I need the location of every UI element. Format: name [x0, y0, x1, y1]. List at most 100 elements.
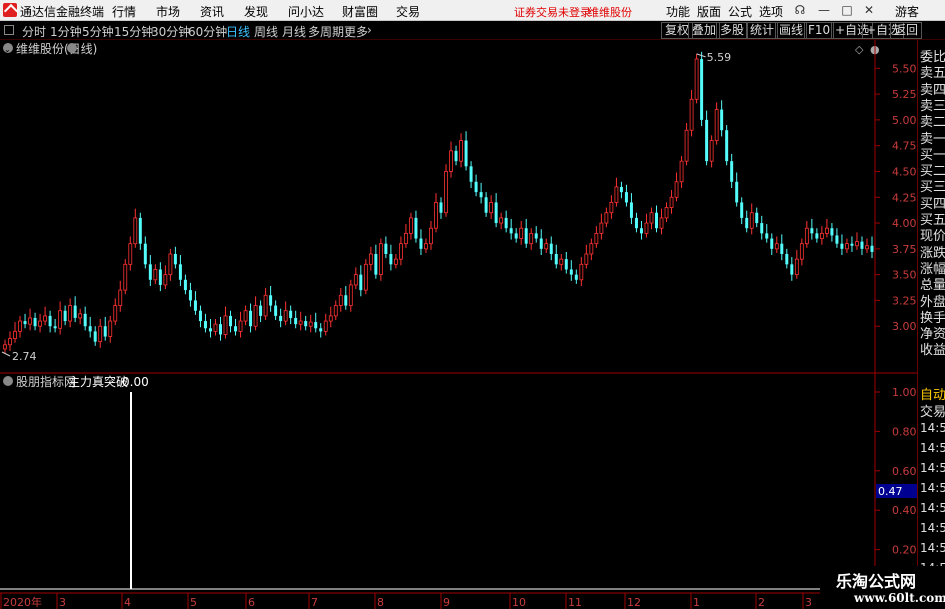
- chart-svg[interactable]: ⌄ 维维股份(日线) ◇ ● 5.505.255.004.754.504.254…: [0, 40, 917, 609]
- candle-body: [338, 294, 343, 306]
- candle-body: [73, 305, 77, 318]
- candle-body: [770, 238, 774, 249]
- candle-body: [474, 181, 478, 193]
- candle-body: [554, 254, 558, 265]
- login-alert[interactable]: 证券交易未登录: [514, 4, 591, 20]
- trade-time: 14:56: [920, 541, 945, 555]
- x-tick-label: 7: [311, 596, 318, 609]
- candle-body: [509, 228, 513, 234]
- candle-body: [804, 227, 809, 245]
- menu-item-trade[interactable]: 交易: [396, 3, 420, 20]
- trade-label[interactable]: 交易: [920, 401, 945, 420]
- candle-body: [223, 315, 228, 335]
- menu-item-discover[interactable]: 发现: [244, 3, 268, 20]
- candle-body: [664, 207, 669, 219]
- candle-body: [419, 238, 423, 249]
- candlestick-series: [1, 51, 874, 357]
- candle-body: [374, 254, 378, 275]
- menu-item-formula[interactable]: 公式: [728, 3, 752, 20]
- menu-item-market[interactable]: 市场: [156, 3, 180, 20]
- diamond-icon[interactable]: ◇: [855, 43, 864, 56]
- chart-area[interactable]: ⌄ 维维股份(日线) ◇ ● 5.505.255.004.754.504.254…: [0, 40, 917, 609]
- support-icon[interactable]: ☊: [793, 3, 807, 17]
- tab-5min[interactable]: 5分钟: [82, 23, 114, 40]
- candle-body: [604, 212, 609, 224]
- multi-stock-button[interactable]: 多股: [716, 22, 749, 39]
- tab-30min[interactable]: 30分钟: [151, 23, 190, 40]
- candle-body: [799, 243, 804, 260]
- draw-line-button[interactable]: 画线: [775, 22, 808, 39]
- candle-body: [3, 344, 7, 350]
- candle-body: [409, 217, 413, 234]
- statistics-button[interactable]: 统计: [746, 22, 779, 39]
- f10-button[interactable]: F10: [804, 22, 835, 39]
- candle-body: [755, 212, 759, 224]
- candle-body: [559, 258, 564, 265]
- candle-body: [700, 59, 704, 120]
- menu-item-news[interactable]: 资讯: [200, 3, 224, 20]
- menu-item-options[interactable]: 选项: [759, 3, 783, 20]
- tab-60min[interactable]: 60分钟: [188, 23, 227, 40]
- minimize-icon[interactable]: —: [817, 3, 831, 17]
- menu-bar: 通达信金融终端 行情 市场 资讯 发现 问小达 财富圈 交易 证券交易未登录 维…: [0, 0, 945, 21]
- x-tick-label: 10: [512, 596, 526, 609]
- more-chevron-icon[interactable]: ›: [367, 23, 372, 37]
- high-pointer: [696, 53, 706, 58]
- candle-body: [614, 186, 619, 203]
- candle-body: [539, 238, 543, 249]
- candle-body: [198, 310, 202, 322]
- trade-time: 14:56: [920, 441, 945, 455]
- side-panel-item[interactable]: 收益: [920, 339, 945, 358]
- indicator-y-axis: 1.00 0.80 0.60 0.40 0.20: [875, 386, 917, 557]
- candle-body: [183, 279, 187, 291]
- menu-item-assistant[interactable]: 问小达: [288, 3, 324, 20]
- candle-body: [845, 243, 849, 250]
- main-chart-settings-icon[interactable]: [67, 43, 77, 53]
- candle-body: [328, 315, 333, 322]
- tab-1min[interactable]: 1分钟: [50, 23, 82, 40]
- close-icon[interactable]: ✕: [862, 3, 876, 17]
- candle-body: [429, 227, 433, 245]
- y-tick-label: 3.75: [892, 243, 917, 256]
- candle-body: [308, 321, 313, 327]
- candle-body: [444, 171, 448, 214]
- candle-body: [609, 202, 614, 214]
- candle-body: [529, 232, 534, 245]
- maximize-icon[interactable]: □: [840, 3, 854, 17]
- candle-body: [98, 325, 103, 343]
- tab-weekly[interactable]: 周线: [254, 23, 278, 40]
- tab-monthly[interactable]: 月线: [282, 23, 306, 40]
- tab-multi-period[interactable]: 多周期: [308, 23, 344, 40]
- candle-body: [173, 254, 177, 265]
- candle-body: [659, 217, 664, 229]
- high-price-label: 5.59: [707, 51, 732, 64]
- candle-body: [323, 320, 328, 332]
- menu-item-function[interactable]: 功能: [666, 3, 690, 20]
- toggle-panel-icon[interactable]: [4, 25, 14, 35]
- tab-15min[interactable]: 15分钟: [114, 23, 153, 40]
- menu-item-wealth[interactable]: 财富圈: [342, 3, 378, 20]
- tab-more[interactable]: 更多: [344, 23, 368, 40]
- candle-body: [569, 269, 573, 275]
- y-tick-label: 3.50: [892, 269, 917, 282]
- candle-body: [208, 328, 212, 332]
- menu-item-layout[interactable]: 版面: [697, 3, 721, 20]
- indicator-menu-icon[interactable]: [3, 376, 13, 386]
- candle-body: [464, 140, 468, 167]
- app-title: 通达信金融终端: [20, 5, 105, 19]
- candle-body: [8, 338, 12, 346]
- candle-body: [629, 202, 633, 218]
- y-tick-label: 4.75: [892, 140, 917, 153]
- tab-daily[interactable]: 日线: [226, 23, 250, 40]
- candle-body: [238, 320, 243, 332]
- x-tick-label: 8: [377, 596, 384, 609]
- back-button[interactable]: 返回: [890, 22, 923, 39]
- candle-body: [594, 232, 599, 245]
- tab-intraday[interactable]: 分时: [22, 23, 46, 40]
- candle-body: [599, 222, 604, 234]
- candle-body: [709, 140, 714, 162]
- watermark-url: www.60lt.com: [854, 591, 945, 605]
- main-menu-chevron-icon: ⌄: [4, 45, 11, 54]
- guest-label[interactable]: 游客: [895, 3, 919, 20]
- menu-item-quotes[interactable]: 行情: [112, 3, 136, 20]
